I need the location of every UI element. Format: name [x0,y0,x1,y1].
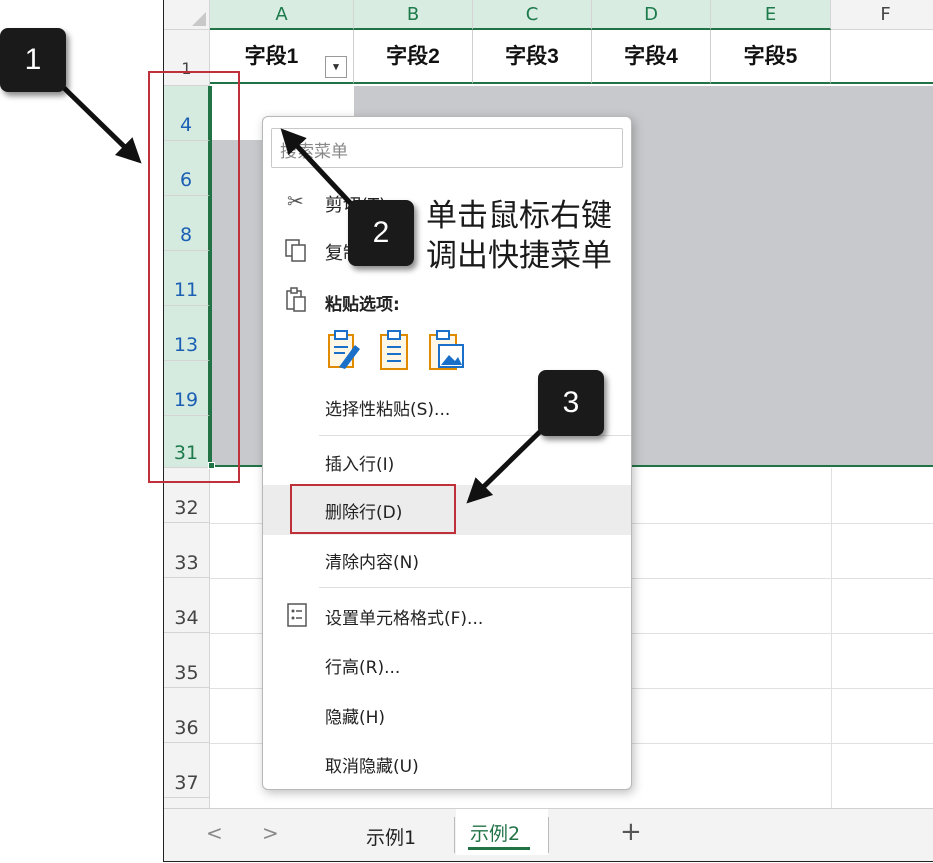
step-badge-3: 3 [538,370,604,436]
annotation-arrows [60,84,554,504]
step-badge-2: 2 [348,200,414,266]
arrow-to-row-headers [60,84,142,164]
instruction-note-line2: 调出快捷菜单 [426,238,612,274]
instruction-note: 单击鼠标右键 调出快捷菜单 [426,196,636,276]
instruction-note-line1: 单击鼠标右键 [426,198,612,234]
step-badge-1: 1 [0,28,66,92]
